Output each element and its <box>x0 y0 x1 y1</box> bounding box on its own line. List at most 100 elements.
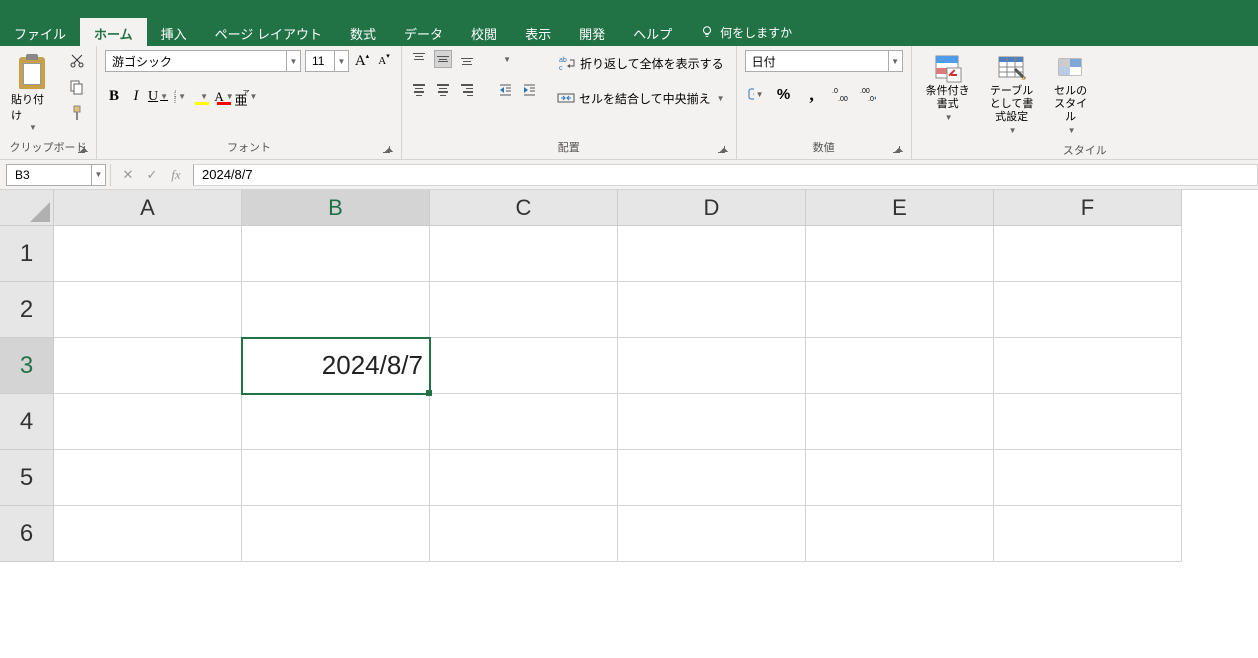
cell-A4[interactable] <box>54 394 242 450</box>
cell-E3[interactable] <box>806 338 994 394</box>
row-header-6[interactable]: 6 <box>0 506 54 562</box>
tab-file[interactable]: ファイル <box>0 18 80 46</box>
wrap-text-button[interactable]: abc 折り返して全体を表示する <box>554 50 728 76</box>
conditional-formatting-button[interactable]: 条件付き書式▼ <box>920 50 976 127</box>
fill-color-button[interactable]: ▼ <box>193 88 211 106</box>
cell-D5[interactable] <box>618 450 806 506</box>
tab-home[interactable]: ホーム <box>80 18 147 46</box>
cell-F3[interactable] <box>994 338 1182 394</box>
borders-button[interactable]: ▼ <box>171 88 189 106</box>
font-launcher[interactable] <box>381 144 393 156</box>
tab-data[interactable]: データ <box>390 18 457 46</box>
column-header-B[interactable]: B <box>242 190 430 226</box>
cell-A5[interactable] <box>54 450 242 506</box>
paste-button[interactable]: 貼り付け ▼ <box>8 50 56 135</box>
align-right-button[interactable] <box>458 81 476 99</box>
decrease-font-button[interactable]: A▾ <box>375 52 393 70</box>
italic-button[interactable]: I <box>127 85 145 108</box>
cell-F6[interactable] <box>994 506 1182 562</box>
tab-developer[interactable]: 開発 <box>565 18 619 46</box>
alignment-launcher[interactable] <box>716 144 728 156</box>
cell-B1[interactable] <box>242 226 430 282</box>
column-header-E[interactable]: E <box>806 190 994 226</box>
cell-C5[interactable] <box>430 450 618 506</box>
column-header-C[interactable]: C <box>430 190 618 226</box>
increase-indent-button[interactable] <box>520 81 538 99</box>
tell-me[interactable]: 何をしますか <box>686 18 806 46</box>
tab-view[interactable]: 表示 <box>511 18 565 46</box>
align-top-button[interactable] <box>410 50 428 68</box>
tab-formulas[interactable]: 数式 <box>336 18 390 46</box>
bold-button[interactable]: B <box>105 85 123 108</box>
align-bottom-button[interactable] <box>458 50 476 68</box>
cell-C4[interactable] <box>430 394 618 450</box>
cancel-formula-button[interactable]: ✕ <box>117 167 139 183</box>
number-format-combo[interactable]: 日付▼ <box>745 50 903 72</box>
clipboard-launcher[interactable] <box>76 144 88 156</box>
cell-C1[interactable] <box>430 226 618 282</box>
merge-center-button[interactable]: セルを結合して中央揃え ▼ <box>554 85 728 111</box>
phonetic-button[interactable]: ア亜▼ <box>237 88 255 106</box>
align-left-button[interactable] <box>410 81 428 99</box>
tab-help[interactable]: ヘルプ <box>619 18 686 46</box>
cell-A1[interactable] <box>54 226 242 282</box>
cell-E2[interactable] <box>806 282 994 338</box>
column-header-D[interactable]: D <box>618 190 806 226</box>
insert-function-button[interactable]: fx <box>165 167 187 183</box>
cell-B2[interactable] <box>242 282 430 338</box>
cell-E1[interactable] <box>806 226 994 282</box>
row-header-1[interactable]: 1 <box>0 226 54 282</box>
cell-A6[interactable] <box>54 506 242 562</box>
cell-F5[interactable] <box>994 450 1182 506</box>
format-painter-button[interactable] <box>66 102 88 124</box>
name-box[interactable]: B3▼ <box>6 164 106 186</box>
cell-D2[interactable] <box>618 282 806 338</box>
percent-button[interactable]: % <box>773 85 795 103</box>
align-middle-button[interactable] <box>434 50 452 68</box>
column-header-A[interactable]: A <box>54 190 242 226</box>
cut-button[interactable] <box>66 50 88 72</box>
cell-A2[interactable] <box>54 282 242 338</box>
row-header-3[interactable]: 3 <box>0 338 54 394</box>
enter-formula-button[interactable]: ✓ <box>141 167 163 183</box>
decrease-indent-button[interactable] <box>496 81 514 99</box>
font-name-combo[interactable]: 游ゴシック▼ <box>105 50 301 72</box>
comma-button[interactable]: , <box>801 85 823 103</box>
orientation-button[interactable]: ab▼ <box>496 50 514 68</box>
cell-E4[interactable] <box>806 394 994 450</box>
font-color-button[interactable]: A▼ <box>215 88 233 106</box>
cell-D6[interactable] <box>618 506 806 562</box>
cell-B4[interactable] <box>242 394 430 450</box>
underline-button[interactable]: U▼ <box>149 86 167 108</box>
accounting-format-button[interactable]: ▼ <box>745 85 767 103</box>
copy-button[interactable] <box>66 76 88 98</box>
cell-styles-button[interactable]: セルのスタイル▼ <box>1048 50 1094 140</box>
increase-decimal-button[interactable]: .0.00 <box>829 85 851 103</box>
decrease-decimal-button[interactable]: .00.0 <box>857 85 879 103</box>
cell-C6[interactable] <box>430 506 618 562</box>
cell-B6[interactable] <box>242 506 430 562</box>
format-as-table-button[interactable]: テーブルとして書式設定▼ <box>984 50 1040 140</box>
fill-handle[interactable] <box>426 390 432 396</box>
number-launcher[interactable] <box>891 144 903 156</box>
cell-D1[interactable] <box>618 226 806 282</box>
font-size-combo[interactable]: 11▼ <box>305 50 349 72</box>
cell-D4[interactable] <box>618 394 806 450</box>
cell-F4[interactable] <box>994 394 1182 450</box>
row-header-5[interactable]: 5 <box>0 450 54 506</box>
cell-B3[interactable]: 2024/8/7 <box>242 338 430 394</box>
cell-B5[interactable] <box>242 450 430 506</box>
cell-D3[interactable] <box>618 338 806 394</box>
tab-review[interactable]: 校閲 <box>457 18 511 46</box>
cell-F2[interactable] <box>994 282 1182 338</box>
column-header-F[interactable]: F <box>994 190 1182 226</box>
tab-pagelayout[interactable]: ページ レイアウト <box>201 18 336 46</box>
increase-font-button[interactable]: A▴ <box>353 52 371 70</box>
cell-A3[interactable] <box>54 338 242 394</box>
cell-F1[interactable] <box>994 226 1182 282</box>
cell-C2[interactable] <box>430 282 618 338</box>
formula-input[interactable]: 2024/8/7 <box>193 164 1258 186</box>
cell-E5[interactable] <box>806 450 994 506</box>
align-center-button[interactable] <box>434 81 452 99</box>
cell-C3[interactable] <box>430 338 618 394</box>
